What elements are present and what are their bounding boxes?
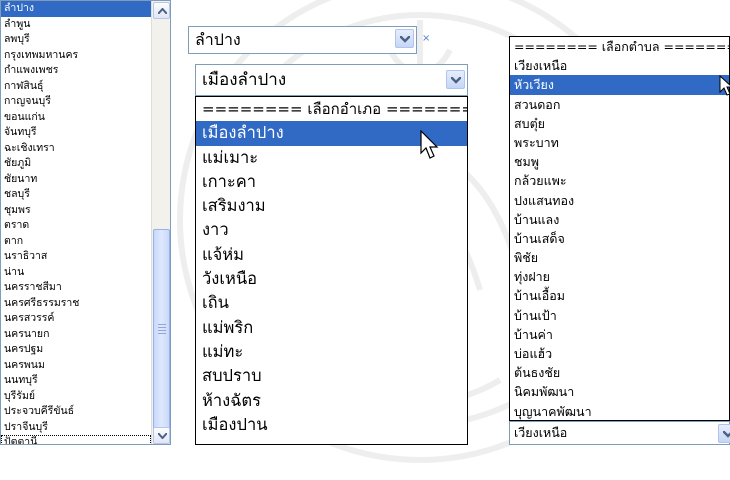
province-option[interactable]: ปราจีนบุรี (1, 420, 151, 436)
province-dropdown-button[interactable] (395, 29, 414, 48)
district-option[interactable]: เกาะคา (196, 170, 467, 194)
province-option[interactable]: จันทบุรี (1, 125, 151, 141)
subdistrict-option[interactable]: พระบาท (510, 133, 729, 152)
province-select[interactable]: ลำปาง (188, 26, 417, 54)
subdistrict-option[interactable]: พิชัย (510, 248, 729, 267)
province-list-scrollbar[interactable] (151, 1, 170, 444)
subdistrict-option[interactable]: บ้านเสด็จ (510, 229, 729, 248)
district-option[interactable]: วังเหนือ (196, 267, 467, 291)
district-option[interactable]: สบปราบ (196, 364, 467, 388)
province-option[interactable]: ชัยนาท (1, 172, 151, 188)
subdistrict-option[interactable]: บ้านเอื้อม (510, 286, 729, 305)
district-option[interactable]: เถิน (196, 291, 467, 315)
province-option[interactable]: นครพนม (1, 358, 151, 374)
province-option[interactable]: นครนายก (1, 327, 151, 343)
subdistrict-option[interactable]: บ้านเป้า (510, 306, 729, 325)
district-option[interactable]: ห้างฉัตร (196, 389, 467, 413)
subdistrict-option[interactable]: สบตุ๋ย (510, 114, 729, 133)
subdistrict-option[interactable]: บ้านค่า (510, 325, 729, 344)
scroll-thumb[interactable] (153, 229, 170, 429)
subdistrict-dropdown-button[interactable] (718, 424, 730, 443)
chevron-down-icon (723, 431, 730, 438)
province-option[interactable]: น่าน (1, 265, 151, 281)
subdistrict-select-value: เวียงเหนือ (514, 425, 568, 440)
province-list-items: ลำปาง ลำพูน ลพบุรี กรุงเทพมหานคร กำแพงเพชร กา… (1, 1, 151, 444)
district-select[interactable]: เมืองลำปาง (195, 64, 468, 96)
scroll-down-button[interactable] (153, 427, 170, 444)
district-option[interactable]: ======== เลือกอำเภอ ======== (196, 97, 467, 121)
province-option[interactable]: ชลบุรี (1, 187, 151, 203)
district-option[interactable]: แจ้ห่ม (196, 243, 467, 267)
province-option[interactable]: ลำพูน (1, 17, 151, 33)
subdistrict-option[interactable]: บ้านแลง (510, 210, 729, 229)
province-option[interactable]: นราธิวาส (1, 249, 151, 265)
province-option[interactable]: นครราชสีมา (1, 280, 151, 296)
subdistrict-option[interactable]: ======== เลือกตำบล ======== (510, 37, 729, 56)
province-listbox[interactable]: ลำปาง ลำพูน ลพบุรี กรุงเทพมหานคร กำแพงเพชร กา… (0, 0, 171, 445)
clear-province-icon[interactable]: × (422, 33, 430, 44)
subdistrict-select[interactable]: เวียงเหนือ (509, 421, 730, 445)
subdistrict-option[interactable]: เวียงเหนือ (510, 56, 729, 75)
district-dropdown-button[interactable] (446, 70, 465, 89)
district-option[interactable]: เมืองปาน (196, 413, 467, 437)
province-option[interactable]: ฉะเชิงเทรา (1, 141, 151, 157)
province-option[interactable]: ลำปาง (1, 1, 151, 17)
province-option[interactable]: กำแพงเพชร (1, 63, 151, 79)
subdistrict-option[interactable]: หัวเวียง (510, 75, 729, 95)
province-option[interactable]: กาญจนบุรี (1, 94, 151, 110)
province-select-value: ลำปาง (195, 30, 241, 49)
province-option[interactable]: นครสวรรค์ (1, 311, 151, 327)
district-option[interactable]: งาว (196, 218, 467, 242)
subdistrict-option[interactable]: กล้วยแพะ (510, 171, 729, 190)
province-option[interactable]: ขอนแก่น (1, 110, 151, 126)
chevron-down-icon (400, 36, 410, 43)
subdistrict-option[interactable]: บ่อแฮ้ว (510, 344, 729, 363)
district-option[interactable]: แม่ทะ (196, 340, 467, 364)
province-option[interactable]: บุรีรัมย์ (1, 389, 151, 405)
district-option[interactable]: เสริมงาม (196, 194, 467, 218)
province-option[interactable]: ปัตตานี (1, 435, 151, 444)
province-option[interactable]: นนทบุรี (1, 373, 151, 389)
chevron-up-icon (158, 8, 167, 14)
district-select-value: เมืองลำปาง (202, 70, 287, 90)
subdistrict-option[interactable]: ทุ่งฝาย (510, 267, 729, 286)
province-option[interactable]: ประจวบคีรีขันธ์ (1, 404, 151, 420)
province-option[interactable]: ตาก (1, 234, 151, 250)
province-option[interactable]: ลพบุรี (1, 32, 151, 48)
province-option[interactable]: ตราด (1, 218, 151, 234)
province-option[interactable]: นครศรีธรรมราช (1, 296, 151, 312)
mouse-pointer-icon (420, 130, 439, 159)
subdistrict-option[interactable]: บุญนาคพัฒนา (510, 402, 729, 420)
subdistrict-options-list[interactable]: ======== เลือกตำบล ======== เวียงเหนือ หัว… (509, 36, 730, 421)
subdistrict-option[interactable]: ปงแสนทอง (510, 191, 729, 210)
subdistrict-option[interactable]: สวนดอก (510, 95, 729, 114)
scroll-up-button[interactable] (153, 2, 170, 19)
subdistrict-option[interactable]: ต้นธงชัย (510, 363, 729, 382)
mouse-pointer-icon (719, 75, 730, 96)
province-option[interactable]: กาฬสินธุ์ (1, 79, 151, 95)
province-option[interactable]: นครปฐม (1, 342, 151, 358)
province-option[interactable]: กรุงเทพมหานคร (1, 48, 151, 64)
chevron-down-icon (451, 77, 461, 84)
subdistrict-option[interactable]: นิคมพัฒนา (510, 382, 729, 401)
province-option[interactable]: ชัยภูมิ (1, 156, 151, 172)
chevron-down-icon (158, 433, 167, 439)
province-option[interactable]: ชุมพร (1, 203, 151, 219)
district-option[interactable]: แม่พริก (196, 316, 467, 340)
subdistrict-option[interactable]: ชมพู (510, 152, 729, 171)
